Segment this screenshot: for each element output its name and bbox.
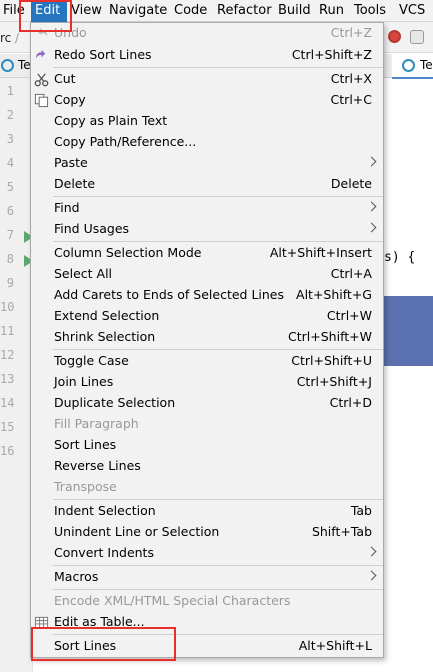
menu-item-unindent[interactable]: Unindent Line or Selection Shift+Tab — [31, 522, 383, 543]
menu-item-join-lines[interactable]: Join Lines Ctrl+Shift+J — [31, 372, 383, 393]
class-file-icon — [1, 59, 14, 72]
line-number: 16 — [0, 444, 15, 458]
line-number: 13 — [0, 372, 15, 386]
line-number: 11 — [0, 324, 15, 338]
menu-refactor[interactable]: Refactor — [217, 0, 272, 22]
menu-item-convert-indents[interactable]: Convert Indents — [31, 543, 383, 564]
menu-item-encode-xml[interactable]: Encode XML/HTML Special Characters — [31, 591, 383, 612]
toolbar-tool-icon[interactable] — [410, 30, 424, 44]
line-number: 10 — [0, 300, 15, 314]
tab-active[interactable]: Te — [392, 54, 433, 79]
menu-item-copy[interactable]: Copy Ctrl+C — [31, 90, 383, 111]
menu-item-undo[interactable]: Undo Ctrl+Z — [31, 23, 383, 44]
line-number: 14 — [0, 396, 15, 410]
menu-item-macros[interactable]: Macros — [31, 567, 383, 588]
menu-item-cut[interactable]: Cut Ctrl+X — [31, 69, 383, 90]
menu-item-copy-plain-text[interactable]: Copy as Plain Text — [31, 111, 383, 132]
menu-item-column-selection-mode[interactable]: Column Selection Mode Alt+Shift+Insert — [31, 243, 383, 264]
line-number: 4 — [6, 156, 14, 170]
menu-separator — [53, 565, 383, 566]
menu-item-indent-selection[interactable]: Indent Selection Tab — [31, 501, 383, 522]
line-number: 7 — [6, 228, 14, 242]
highlight-sort-lines — [31, 627, 176, 661]
menu-code[interactable]: Code — [174, 0, 207, 22]
menu-separator — [53, 499, 383, 500]
menu-view[interactable]: View — [71, 0, 102, 22]
menu-item-reverse-lines[interactable]: Reverse Lines — [31, 456, 383, 477]
menu-item-find[interactable]: Find — [31, 198, 383, 219]
menu-item-sort-lines[interactable]: Sort Lines — [31, 435, 383, 456]
text-selection — [383, 296, 433, 366]
menu-item-shrink-selection[interactable]: Shrink Selection Ctrl+Shift+W — [31, 327, 383, 348]
menu-separator — [53, 241, 383, 242]
menu-run[interactable]: Run — [319, 0, 344, 22]
class-file-icon — [402, 59, 415, 72]
chevron-right-icon — [366, 222, 377, 233]
copy-icon — [34, 93, 49, 108]
line-number: 2 — [6, 108, 14, 122]
menu-navigate[interactable]: Navigate — [109, 0, 167, 22]
menu-item-copy-path-reference[interactable]: Copy Path/Reference... — [31, 132, 383, 153]
menu-item-fill-paragraph[interactable]: Fill Paragraph — [31, 414, 383, 435]
line-number: 9 — [6, 276, 14, 290]
line-number: 12 — [0, 348, 15, 362]
line-number: 6 — [6, 204, 14, 218]
breadcrumb-separator: / — [15, 31, 20, 45]
menu-separator — [53, 196, 383, 197]
menu-separator — [53, 589, 383, 590]
line-number: 1 — [6, 84, 14, 98]
menu-item-add-carets[interactable]: Add Carets to Ends of Selected Lines Alt… — [31, 285, 383, 306]
scissors-icon — [34, 73, 49, 87]
line-number: 15 — [0, 420, 15, 434]
tab-label[interactable]: Te — [18, 54, 31, 78]
menu-item-transpose[interactable]: Transpose — [31, 477, 383, 498]
chevron-right-icon — [366, 570, 377, 581]
menu-item-redo-sort-lines[interactable]: Redo Sort Lines Ctrl+Shift+Z — [31, 45, 383, 66]
menu-separator — [53, 349, 383, 350]
code-fragment[interactable]: s) { — [384, 250, 415, 265]
line-number-gutter: 1 2 3 4 5 6 7 8 9 10 11 12 13 14 15 16 — [0, 78, 33, 672]
breadcrumb-fragment[interactable]: rc — [0, 31, 11, 45]
menu-item-extend-selection[interactable]: Extend Selection Ctrl+W — [31, 306, 383, 327]
chevron-right-icon — [366, 156, 377, 167]
edit-menu-dropdown: Undo Ctrl+Z Redo Sort Lines Ctrl+Shift+Z… — [30, 22, 384, 658]
menu-tools[interactable]: Tools — [354, 0, 386, 22]
menu-item-duplicate-selection[interactable]: Duplicate Selection Ctrl+D — [31, 393, 383, 414]
tab-label: Te — [420, 58, 433, 72]
chevron-right-icon — [366, 546, 377, 557]
menu-separator — [53, 67, 383, 68]
line-number: 5 — [6, 180, 14, 194]
line-number: 8 — [6, 252, 14, 266]
menu-build[interactable]: Build — [278, 0, 311, 22]
redo-icon — [35, 49, 46, 59]
menu-item-paste[interactable]: Paste — [31, 153, 383, 174]
menu-vcs[interactable]: VCS — [399, 0, 425, 22]
line-number: 3 — [6, 132, 14, 146]
menu-item-toggle-case[interactable]: Toggle Case Ctrl+Shift+U — [31, 351, 383, 372]
menu-item-find-usages[interactable]: Find Usages — [31, 219, 383, 240]
menu-item-delete[interactable]: Delete Delete — [31, 174, 383, 195]
stop-icon[interactable] — [388, 30, 401, 43]
highlight-edit-menu — [19, 0, 72, 32]
chevron-right-icon — [366, 201, 377, 212]
menu-item-select-all[interactable]: Select All Ctrl+A — [31, 264, 383, 285]
